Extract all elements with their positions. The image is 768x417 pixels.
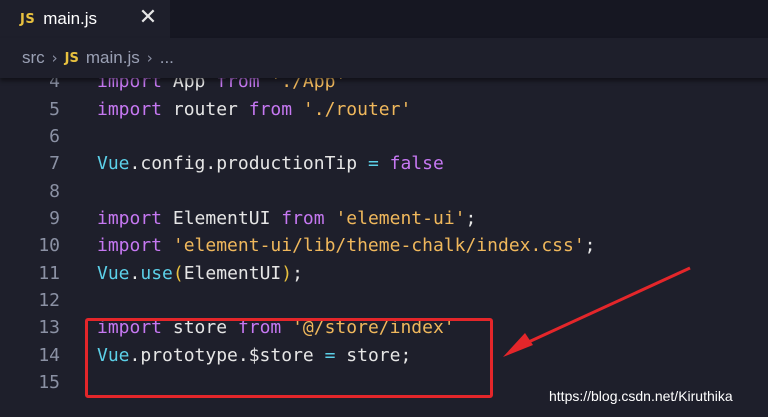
breadcrumb-more[interactable]: ...	[160, 48, 174, 68]
arrow-head	[503, 333, 533, 357]
watermark: https://blog.csdn.net/Kiruthika	[549, 388, 733, 404]
chevron-right-icon: ›	[51, 49, 58, 67]
js-file-icon: JS	[64, 50, 79, 66]
breadcrumb: src › JS main.js › ...	[0, 38, 768, 78]
arrow-shaft	[521, 266, 691, 347]
chevron-right-icon: ›	[146, 49, 153, 67]
breadcrumb-file[interactable]: main.js	[86, 48, 140, 68]
breadcrumb-folder[interactable]: src	[22, 48, 45, 68]
